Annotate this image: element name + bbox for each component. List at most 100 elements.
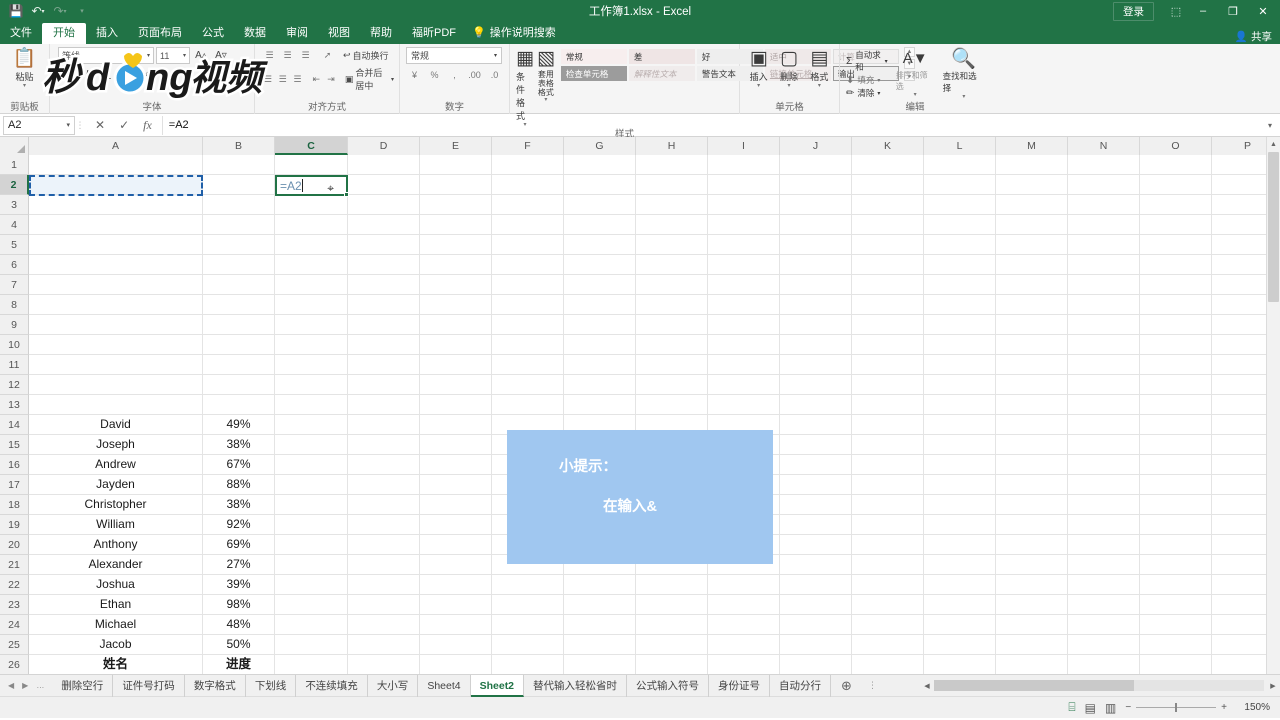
cell-H14[interactable] [636,395,708,415]
delete-cells-button[interactable]: ▢ 删除 ▾ [774,47,803,90]
restore-button[interactable]: ❐ [1218,0,1248,22]
cell-D22[interactable] [348,235,420,255]
row-header-25[interactable]: 25 [0,635,29,655]
cell-M1[interactable] [996,655,1068,674]
cell-J3[interactable] [780,615,852,635]
row-header-9[interactable]: 9 [0,315,29,335]
style-check-cell[interactable]: 检查单元格 [560,66,627,81]
cell-I16[interactable] [708,355,780,375]
column-header-J[interactable]: J [780,137,852,155]
row-header-19[interactable]: 19 [0,515,29,535]
ribbon-tab-home[interactable]: 开始 [42,23,86,44]
cell-A22[interactable] [29,235,203,255]
autosum-button[interactable]: Σ 自动求和 ▾ [846,49,888,73]
cell-N5[interactable] [1068,575,1140,595]
cell-B8[interactable]: 92% [203,515,275,535]
cell-L13[interactable] [924,415,996,435]
cell-L8[interactable] [924,515,996,535]
row-header-24[interactable]: 24 [0,615,29,635]
cell-B26[interactable] [203,155,275,175]
cell-F21[interactable] [492,255,564,275]
sheet-tab-id-number[interactable]: 身份证号 [709,674,771,697]
cell-D25[interactable] [348,175,420,195]
cell-N6[interactable] [1068,555,1140,575]
cell-N10[interactable] [1068,475,1140,495]
cell-E5[interactable] [420,575,492,595]
cell-H5[interactable] [636,575,708,595]
comma-style-icon[interactable]: , [446,67,463,83]
normal-view-icon[interactable]: ⌸ [1068,700,1075,715]
fill-button[interactable]: ⬇ 填充 ▾ [846,74,888,86]
column-header-K[interactable]: K [852,137,924,155]
cell-F18[interactable] [492,315,564,335]
cell-N17[interactable] [1068,335,1140,355]
cell-M16[interactable] [996,355,1068,375]
cell-O11[interactable] [1140,455,1212,475]
cell-A10[interactable]: Jayden [29,475,203,495]
cell-D15[interactable] [348,375,420,395]
add-sheet-button[interactable]: ⊕ [831,678,862,694]
align-right-icon[interactable]: ☰ [291,71,305,87]
sheet-nav-next-icon[interactable]: ▶ [22,681,28,690]
cell-A16[interactable] [29,355,203,375]
cell-C19[interactable] [275,295,348,315]
cell-A4[interactable]: Ethan [29,595,203,615]
sheet-tab-id-mask[interactable]: 证件号打码 [113,674,185,697]
cell-I14[interactable] [708,395,780,415]
row-header-23[interactable]: 23 [0,595,29,615]
cell-M24[interactable] [996,195,1068,215]
cell-M18[interactable] [996,315,1068,335]
cell-E1[interactable] [420,655,492,674]
cell-C22[interactable] [275,235,348,255]
cell-O20[interactable] [1140,275,1212,295]
cell-editor-c2[interactable]: =A2 ⌖ [275,175,349,197]
cell-A25[interactable] [29,175,203,195]
cell-J7[interactable] [780,535,852,555]
cancel-x-icon[interactable]: ✕ [95,118,105,132]
number-format-select[interactable]: 常规 ▾ [406,47,502,64]
cell-A14[interactable] [29,395,203,415]
cell-E15[interactable] [420,375,492,395]
cell-N26[interactable] [1068,155,1140,175]
cell-O7[interactable] [1140,535,1212,555]
sheet-tab-case[interactable]: 大小写 [368,674,419,697]
cell-F26[interactable] [492,155,564,175]
cell-N7[interactable] [1068,535,1140,555]
cell-M26[interactable] [996,155,1068,175]
cell-O19[interactable] [1140,295,1212,315]
cell-E18[interactable] [420,315,492,335]
column-header-M[interactable]: M [996,137,1068,155]
cell-I21[interactable] [708,255,780,275]
cell-G4[interactable] [564,595,636,615]
ribbon-tab-help[interactable]: 帮助 [360,23,402,44]
column-header-F[interactable]: F [492,137,564,155]
vertical-scroll-thumb[interactable] [1268,152,1279,302]
cell-L5[interactable] [924,575,996,595]
cell-G18[interactable] [564,315,636,335]
cell-D24[interactable] [348,195,420,215]
cell-C21[interactable] [275,255,348,275]
cell-I24[interactable] [708,195,780,215]
cell-L26[interactable] [924,155,996,175]
sheet-tab-number-format[interactable]: 数字格式 [185,674,246,697]
cell-C24[interactable] [275,195,348,215]
cell-H22[interactable] [636,235,708,255]
cell-D14[interactable] [348,395,420,415]
sheet-nav-more-icon[interactable]: … [36,681,44,690]
insert-function-icon[interactable]: fx [143,118,152,133]
cell-C12[interactable] [275,435,348,455]
cell-B23[interactable] [203,215,275,235]
cell-M4[interactable] [996,595,1068,615]
cell-E12[interactable] [420,435,492,455]
cell-C8[interactable] [275,515,348,535]
cell-A12[interactable]: Joseph [29,435,203,455]
cell-L9[interactable] [924,495,996,515]
cell-C6[interactable] [275,555,348,575]
ribbon-tab-data[interactable]: 数据 [234,23,276,44]
cell-K18[interactable] [852,315,924,335]
style-normal[interactable]: 常规 [560,49,627,64]
hscroll-left-icon[interactable]: ◀ [920,682,934,690]
cell-L15[interactable] [924,375,996,395]
cell-N13[interactable] [1068,415,1140,435]
cell-J24[interactable] [780,195,852,215]
